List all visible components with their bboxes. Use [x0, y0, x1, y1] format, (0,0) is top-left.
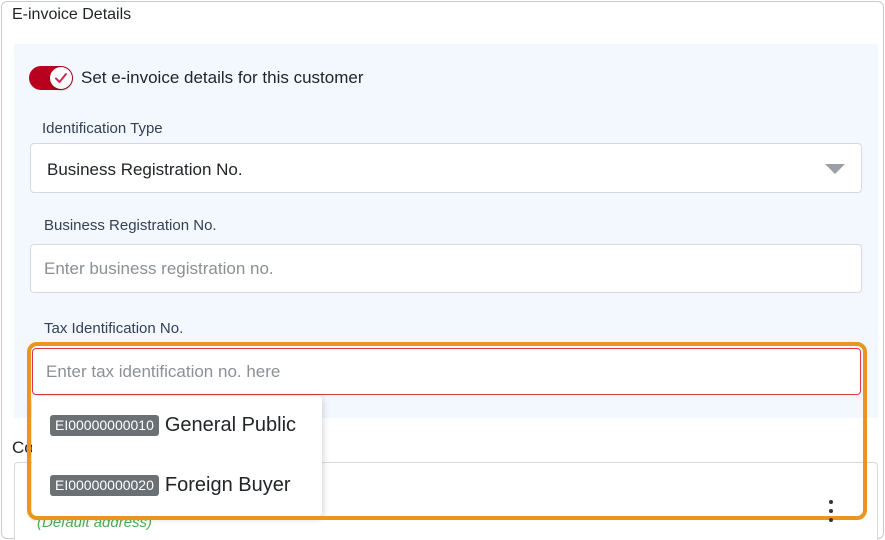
identification-type-select[interactable]: Business Registration No.	[30, 143, 862, 193]
business-registration-label: Business Registration No.	[44, 217, 217, 234]
tax-identification-input[interactable]	[32, 348, 861, 395]
default-address-label: (Default address)	[37, 514, 153, 531]
suggestion-code-badge: EI00000000020	[50, 475, 159, 496]
tax-id-suggestions-dropdown: EI00000000010 General Public EI000000000…	[32, 396, 322, 516]
business-registration-input[interactable]	[30, 244, 862, 293]
toggle-knob	[50, 67, 72, 89]
suggestion-name: Foreign Buyer	[164, 474, 291, 496]
einvoice-toggle[interactable]	[29, 66, 73, 90]
suggestion-code-badge: EI00000000010	[50, 415, 159, 436]
tax-identification-label: Tax Identification No.	[44, 320, 184, 337]
suggestion-item[interactable]: EI00000000020 Foreign Buyer	[50, 474, 291, 497]
identification-type-value: Business Registration No.	[47, 160, 243, 179]
toggle-label: Set e-invoice details for this customer	[81, 68, 364, 87]
more-vertical-icon[interactable]	[826, 500, 836, 522]
suggestion-name: General Public	[164, 414, 297, 436]
identification-type-label: Identification Type	[42, 120, 163, 137]
check-icon	[55, 73, 67, 83]
suggestion-item[interactable]: EI00000000010 General Public	[50, 414, 296, 437]
section-title: E-invoice Details	[12, 6, 132, 23]
caret-down-icon	[825, 164, 845, 174]
address-label: Co	[12, 438, 34, 457]
